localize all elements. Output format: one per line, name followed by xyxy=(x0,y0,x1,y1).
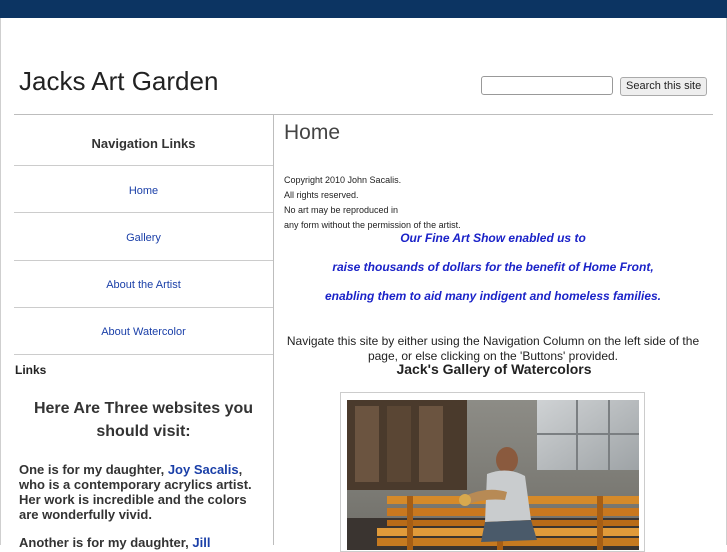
nav-divider xyxy=(14,212,273,213)
copyright-notice: Copyright 2010 John Sacalis. All rights … xyxy=(284,173,461,233)
nav-link-gallery[interactable]: Gallery xyxy=(14,232,273,244)
site-title: Jacks Art Garden xyxy=(19,66,219,96)
joy-sacalis-link[interactable]: Joy Sacalis xyxy=(168,462,239,477)
nav-heading: Navigation Links xyxy=(91,136,196,151)
nav-divider xyxy=(14,307,273,308)
copyright-line: Copyright 2010 John Sacalis. xyxy=(284,175,402,185)
gallery-title: Jack's Gallery of Watercolors xyxy=(396,361,592,377)
three-sites-heading: Here Are Three websites you should visit… xyxy=(33,400,254,440)
page-heading: Home xyxy=(284,121,341,144)
nav-divider xyxy=(14,165,273,166)
column-divider xyxy=(273,114,274,545)
copyright-line: All rights reserved. xyxy=(284,190,359,200)
daughter-joy-text: One is for my daughter, Joy Sacalis, who… xyxy=(19,462,269,522)
nav-link-about-watercolor[interactable]: About Watercolor xyxy=(14,326,273,338)
daughter-joy-intro: One is for my daughter, xyxy=(19,462,168,477)
show-text-line: Our Fine Art Show enabled us to xyxy=(400,231,586,245)
links-label: Links xyxy=(15,363,47,377)
nav-divider xyxy=(14,354,273,355)
nav-link-about-artist[interactable]: About the Artist xyxy=(14,279,273,291)
search-button[interactable]: Search this site xyxy=(620,77,708,96)
search-input[interactable] xyxy=(481,76,613,95)
top-bar xyxy=(0,0,727,18)
copyright-line: No art may be reproduced in xyxy=(284,205,399,215)
daughter-jill-text: Another is for my daughter, Jill xyxy=(19,535,269,550)
header-divider xyxy=(14,114,713,115)
gallery-image-frame[interactable] xyxy=(340,392,645,552)
watercolor-painting-image[interactable] xyxy=(347,400,639,550)
navigate-instructions: Navigate this site by either using the N… xyxy=(286,334,700,363)
nav-link-home[interactable]: Home xyxy=(14,185,273,197)
nav-divider xyxy=(14,260,273,261)
show-text-line: raise thousands of dollars for the benef… xyxy=(332,260,654,274)
show-text-line: enabling them to aid many indigent and h… xyxy=(324,289,662,303)
daughter-jill-intro: Another is for my daughter, xyxy=(19,535,193,550)
jill-link[interactable]: Jill xyxy=(192,535,210,550)
